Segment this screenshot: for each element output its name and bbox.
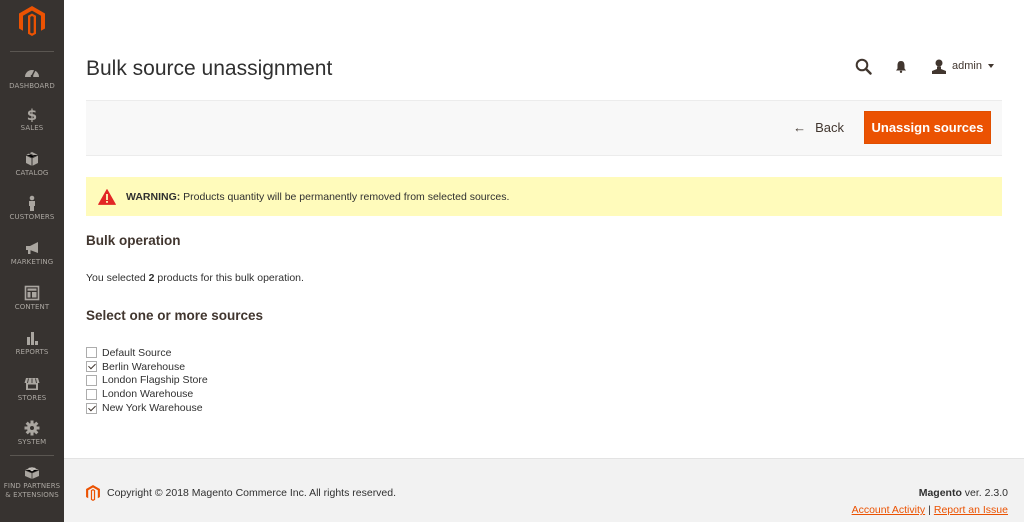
sidebar-item-label: CATALOG (15, 169, 49, 177)
source-label: London Flagship Store (102, 374, 208, 387)
warning-prefix: WARNING: (126, 190, 181, 203)
search-icon (855, 58, 872, 75)
bulk-operation-title: Bulk operation (86, 233, 181, 248)
arrow-left-icon: ← (793, 120, 807, 135)
sidebar-item-system[interactable]: SYSTEM (0, 420, 64, 446)
sidebar-item-label: DASHBOARD (9, 82, 55, 90)
magento-logo-small (86, 485, 100, 501)
source-label: London Warehouse (102, 388, 194, 401)
back-label: Back (815, 120, 844, 135)
source-checkbox[interactable] (86, 402, 97, 414)
sidebar-item-marketing[interactable]: MARKETING (0, 240, 64, 266)
search-button[interactable] (854, 57, 872, 75)
box-icon (25, 152, 39, 166)
page-actions-bar: ← Back Unassign sources (86, 100, 1002, 156)
bulk-info-suffix: products for this bulk operation. (154, 272, 304, 284)
user-icon (932, 59, 947, 74)
source-checkbox[interactable] (86, 361, 97, 373)
footer-links: Account Activity | Report an Issue (852, 504, 1008, 516)
sidebar-item-label: & EXTENSIONS (5, 491, 59, 499)
warning-text: WARNING: Products quantity will be perma… (126, 191, 509, 203)
svg-text:$: $ (27, 106, 37, 122)
storefront-icon (24, 378, 40, 390)
warning-icon (98, 188, 116, 205)
sidebar-item-label: REPORTS (15, 348, 49, 356)
warning-message: WARNING: Products quantity will be perma… (86, 177, 1002, 216)
sidebar-item-find-partners[interactable]: FIND PARTNERS & EXTENSIONS (0, 464, 64, 499)
sidebar-divider (10, 455, 54, 456)
sidebar-item-reports[interactable]: REPORTS (0, 330, 64, 356)
account-activity-link[interactable]: Account Activity (852, 504, 926, 516)
bulk-info-prefix: You selected (86, 272, 149, 284)
notifications-button[interactable] (892, 57, 910, 75)
warning-body: Products quantity will be permanently re… (180, 190, 510, 203)
source-option[interactable]: London Warehouse (86, 387, 208, 401)
back-button[interactable]: ← Back (793, 120, 844, 135)
sidebar-item-content[interactable]: CONTENT (0, 285, 64, 311)
report-issue-link[interactable]: Report an Issue (934, 504, 1008, 516)
link-separator: | (928, 504, 931, 516)
sources-title: Select one or more sources (86, 308, 264, 323)
source-list: Default Source Berlin Warehouse London F… (86, 346, 208, 415)
dollar-icon: $ (27, 106, 37, 122)
source-label: Default Source (102, 346, 172, 359)
sidebar-item-label: CONTENT (14, 303, 50, 311)
source-option[interactable]: Berlin Warehouse (86, 360, 208, 374)
sidebar-item-label: SALES (20, 124, 44, 132)
admin-sidebar: DASHBOARD $ SALES CATALOG CUSTOMERS MARK… (0, 0, 64, 522)
unassign-sources-button[interactable]: Unassign sources (864, 111, 991, 144)
source-label: New York Warehouse (102, 402, 203, 415)
user-menu[interactable]: admin (932, 59, 994, 74)
page-footer: Copyright © 2018 Magento Commerce Inc. A… (64, 458, 1024, 522)
sidebar-item-customers[interactable]: CUSTOMERS (0, 195, 64, 221)
header-actions: admin (854, 56, 994, 76)
sidebar-item-label: CUSTOMERS (9, 213, 55, 221)
source-option[interactable]: London Flagship Store (86, 374, 208, 388)
sidebar-item-label: SYSTEM (17, 438, 47, 446)
gear-icon (24, 420, 40, 436)
layout-icon (24, 285, 40, 301)
megaphone-icon (26, 242, 38, 254)
sidebar-item-label: STORES (17, 394, 47, 402)
source-option[interactable]: New York Warehouse (86, 401, 208, 415)
brand-name: Magento (918, 487, 962, 499)
version-info: Magento ver. 2.3.0 (919, 487, 1008, 499)
magento-logo[interactable] (19, 6, 45, 36)
sidebar-item-label: MARKETING (10, 258, 54, 266)
copyright-text: Copyright © 2018 Magento Commerce Inc. A… (107, 487, 397, 499)
sidebar-divider (10, 51, 54, 52)
lego-brick-icon (24, 467, 40, 479)
user-name: admin (952, 60, 982, 72)
sidebar-item-sales[interactable]: $ SALES (0, 106, 64, 132)
sidebar-item-catalog[interactable]: CATALOG (0, 151, 64, 177)
source-option[interactable]: Default Source (86, 346, 208, 360)
bulk-operation-info: You selected 2 products for this bulk op… (86, 272, 304, 284)
sidebar-item-stores[interactable]: STORES (0, 376, 64, 402)
sidebar-item-dashboard[interactable]: DASHBOARD (0, 64, 64, 90)
version-text: ver. 2.3.0 (961, 487, 1008, 499)
chevron-down-icon (988, 64, 994, 68)
source-checkbox[interactable] (86, 374, 97, 386)
source-checkbox[interactable] (86, 388, 97, 400)
person-icon (29, 195, 35, 211)
bell-icon (896, 60, 907, 73)
page-title: Bulk source unassignment (86, 57, 333, 80)
bar-chart-icon (27, 332, 38, 345)
source-checkbox[interactable] (86, 347, 97, 359)
sidebar-item-label: FIND PARTNERS (3, 482, 61, 490)
source-label: Berlin Warehouse (102, 360, 186, 373)
dashboard-icon (25, 69, 39, 78)
